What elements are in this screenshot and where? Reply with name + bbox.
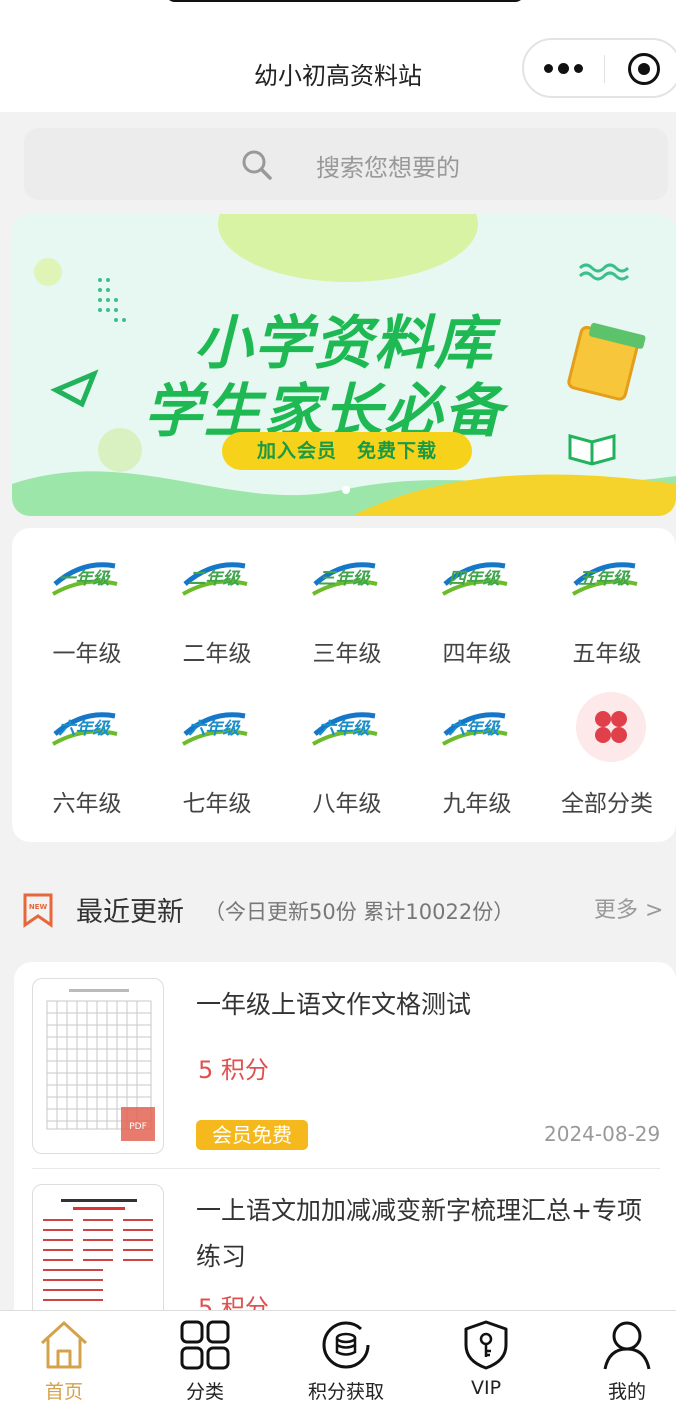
new-badge-icon: NEW <box>23 893 53 928</box>
miniprogram-capsule <box>522 38 676 98</box>
member-free-tag: 会员免费 <box>196 1120 308 1150</box>
svg-text:NEW: NEW <box>29 903 48 911</box>
item-points: 5 积分 <box>198 1056 269 1084</box>
promo-banner[interactable]: 小学资料库 学生家长必备 加入会员 免费下载 <box>12 214 676 516</box>
search-icon <box>242 150 272 180</box>
category-label: 一年级 <box>52 641 122 667</box>
home-icon <box>40 1321 88 1369</box>
tab-me[interactable]: 我的 <box>577 1311 676 1411</box>
grade-logo-icon: 四年级 <box>442 562 508 596</box>
grade-logo-icon: 六年级 <box>52 712 118 746</box>
grid-icon <box>180 1320 230 1370</box>
tab-label: 我的 <box>607 1381 646 1403</box>
tab-vip[interactable]: VIP <box>436 1311 536 1411</box>
category-label: 九年级 <box>442 791 512 817</box>
tab-label: VIP <box>470 1377 502 1399</box>
category-grade-1[interactable]: 一年级 一年级 <box>12 528 142 668</box>
header-bar: 幼小初高资料站 <box>0 0 676 112</box>
category-grade-7[interactable]: 六年级 七年级 <box>142 678 272 818</box>
tab-category[interactable]: 分类 <box>155 1311 255 1411</box>
section-subtitle: （今日更新50份 累计10022份） <box>204 900 515 924</box>
category-grid: 一年级 一年级 二年级 二年级 三年级 三年级 四年级 四年级 五年级 五年级 … <box>12 528 676 842</box>
tab-label: 首页 <box>44 1381 83 1403</box>
category-grade-9[interactable]: 六年级 九年级 <box>402 678 532 818</box>
grade-logo-icon: 六年级 <box>182 712 248 746</box>
grade-logo-icon: 五年级 <box>572 562 638 596</box>
category-grade-4[interactable]: 四年级 四年级 <box>402 528 532 668</box>
svg-text:三年级: 三年级 <box>319 569 372 589</box>
svg-text:五年级: 五年级 <box>579 569 632 589</box>
category-label: 四年级 <box>442 641 512 667</box>
grade-logo-icon: 二年级 <box>182 562 248 596</box>
category-label: 六年级 <box>52 791 122 817</box>
search-placeholder: 搜索您想要的 <box>316 154 460 182</box>
coins-icon <box>322 1321 370 1369</box>
item-date: 2024-08-29 <box>544 1122 661 1146</box>
tab-label: 积分获取 <box>307 1381 384 1403</box>
banner-cta-button[interactable]: 加入会员 免费下载 <box>222 432 472 470</box>
grade-logo-icon: 一年级 <box>52 562 118 596</box>
category-label: 七年级 <box>182 791 252 817</box>
svg-text:一年级: 一年级 <box>59 569 112 589</box>
grade-logo-icon: 六年级 <box>442 712 508 746</box>
svg-text:四年级: 四年级 <box>449 569 502 589</box>
capsule-divider <box>604 55 605 83</box>
svg-text:六年级: 六年级 <box>319 719 372 739</box>
carousel-indicator <box>342 486 350 494</box>
more-icon[interactable] <box>544 56 588 80</box>
clover-icon <box>576 692 646 762</box>
tab-label: 分类 <box>185 1381 224 1403</box>
category-label: 二年级 <box>182 641 252 667</box>
category-grade-3[interactable]: 三年级 三年级 <box>272 528 402 668</box>
more-link[interactable]: 更多 > <box>594 892 663 924</box>
svg-text:PDF: PDF <box>129 1122 147 1132</box>
bottom-tab-bar: 首页 分类 积分获取 VIP 我的 <box>0 1310 676 1424</box>
svg-text:六年级: 六年级 <box>189 719 242 739</box>
category-grade-2[interactable]: 二年级 二年级 <box>142 528 272 668</box>
status-notch <box>165 0 525 2</box>
tab-points[interactable]: 积分获取 <box>296 1311 396 1411</box>
item-title: 一年级上语文作文格测试 <box>196 990 472 1019</box>
category-grade-6[interactable]: 六年级 六年级 <box>12 678 142 818</box>
category-label: 三年级 <box>312 641 382 667</box>
search-bar[interactable]: 搜索您想要的 <box>24 128 668 200</box>
category-label: 全部分类 <box>561 791 653 817</box>
list-item[interactable]: PDF 一年级上语文作文格测试 5 积分 会员免费 2024-08-29 <box>14 962 676 1172</box>
tab-home[interactable]: 首页 <box>14 1311 114 1411</box>
category-all[interactable]: 全部分类 <box>532 678 662 818</box>
category-label: 八年级 <box>312 791 382 817</box>
svg-text:六年级: 六年级 <box>59 719 112 739</box>
grade-logo-icon: 三年级 <box>312 562 378 596</box>
document-thumbnail: PDF <box>32 978 164 1154</box>
section-title: 最近更新 <box>76 897 184 928</box>
document-thumbnail <box>32 1184 164 1322</box>
category-label: 五年级 <box>572 641 642 667</box>
list-item[interactable]: 一上语文加加减减变新字梳理汇总+专项练习 5 积分 <box>14 1168 676 1322</box>
resource-list: PDF 一年级上语文作文格测试 5 积分 会员免费 2024-08-29 一上语… <box>14 962 676 1322</box>
grade-logo-icon: 六年级 <box>312 712 378 746</box>
category-grade-8[interactable]: 六年级 八年级 <box>272 678 402 818</box>
category-grade-5[interactable]: 五年级 五年级 <box>532 528 662 668</box>
svg-text:六年级: 六年级 <box>449 719 502 739</box>
shield-key-icon <box>464 1320 508 1370</box>
user-icon <box>603 1321 651 1370</box>
recent-section-header: NEW 最近更新 （今日更新50份 累计10022份） 更多 > <box>0 880 676 940</box>
svg-text:二年级: 二年级 <box>189 569 242 589</box>
close-target-icon[interactable] <box>628 53 660 85</box>
item-title: 一上语文加加减减变新字梳理汇总+专项练习 <box>196 1196 642 1271</box>
